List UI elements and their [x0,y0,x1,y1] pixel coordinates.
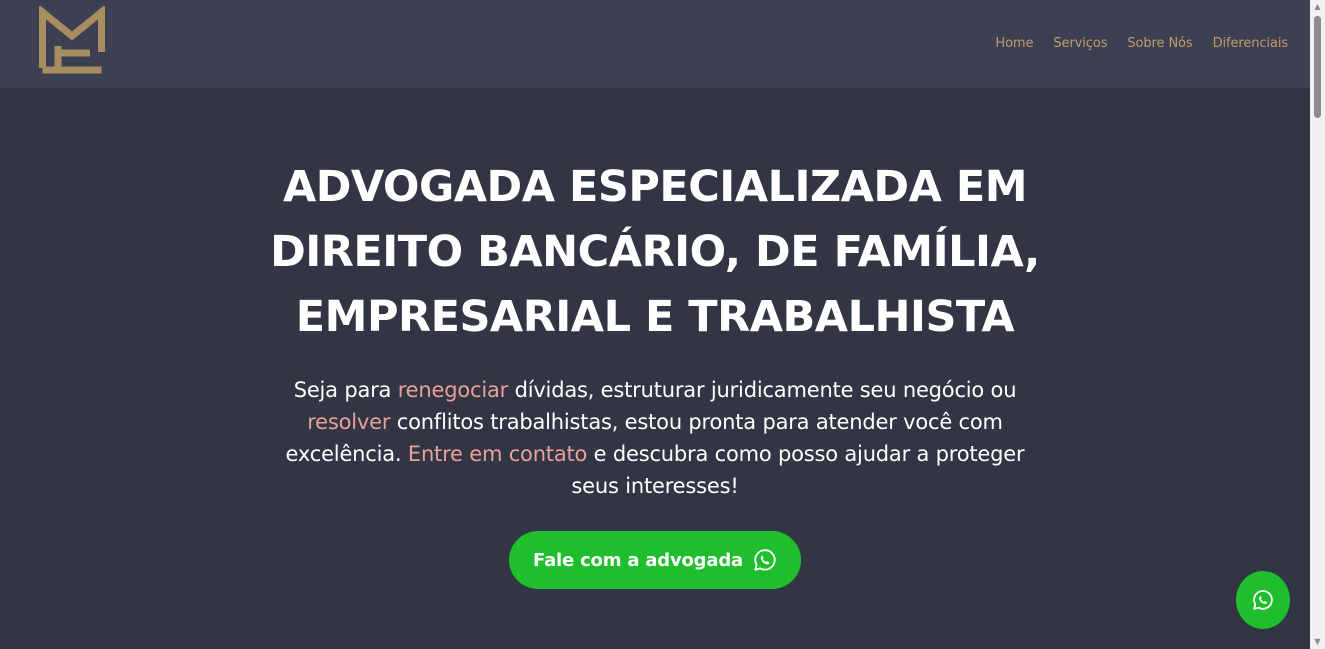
contact-lawyer-button[interactable]: Fale com a advogada [509,531,801,589]
main-nav: Home Serviços Sobre Nós Diferenciais [995,36,1288,51]
nav-diferenciais[interactable]: Diferenciais [1213,36,1289,51]
nav-servicos[interactable]: Serviços [1053,36,1107,51]
highlight-renegociar: renegociar [397,378,509,402]
scroll-up-arrow-icon[interactable]: ▲ [1310,0,1325,14]
site-header: Home Serviços Sobre Nós Diferenciais [0,0,1310,88]
hero-text-part-2: dívidas, estruturar juridicamente seu ne… [508,378,1017,402]
hero-text-part-1: Seja para [293,378,398,402]
contact-lawyer-button-label: Fale com a advogada [533,549,743,571]
hero-title-line-3: EMPRESARIAL E TRABALHISTA [295,292,1015,342]
hero-title-line-1: ADVOGADA ESPECIALIZADA EM [282,162,1028,212]
nav-sobre-nos[interactable]: Sobre Nós [1127,36,1192,51]
hero-text-part-4: e descubra como posso ajudar a proteger … [571,442,1025,498]
scroll-down-arrow-icon[interactable]: ▼ [1310,635,1325,649]
hero-title: ADVOGADA ESPECIALIZADA EM DIREITO BANCÁRI… [200,155,1110,350]
hero-description: Seja para renegociar dívidas, estruturar… [265,374,1045,502]
highlight-entre-em-contato: Entre em contato [407,442,588,466]
whatsapp-icon [1253,590,1273,610]
scrollbar-thumb[interactable] [1314,16,1321,118]
nav-home[interactable]: Home [995,36,1033,51]
whatsapp-icon [754,549,776,571]
page: Home Serviços Sobre Nós Diferenciais ADV… [0,0,1310,649]
vertical-scrollbar[interactable]: ▲ ▼ [1310,0,1325,649]
hero-title-line-2: DIREITO BANCÁRIO, DE FAMÍLIA, [270,227,1040,277]
mf-monogram-logo[interactable] [38,6,106,74]
highlight-resolver: resolver [307,410,391,434]
floating-whatsapp-button[interactable] [1236,571,1290,629]
